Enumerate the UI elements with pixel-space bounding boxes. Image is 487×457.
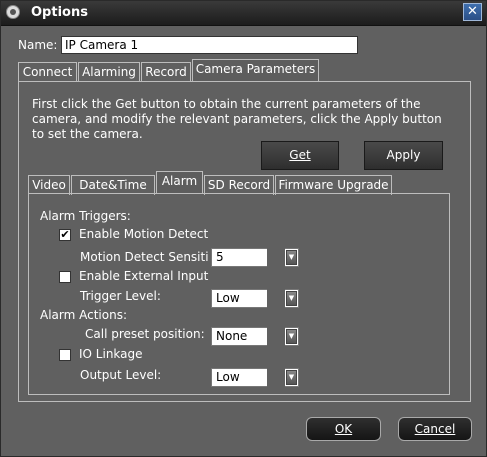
enable-external-input-label: Enable External Input xyxy=(79,269,209,283)
name-input[interactable]: IP Camera 1 xyxy=(61,36,358,54)
io-linkage-checkbox[interactable] xyxy=(59,349,71,361)
tab-record[interactable]: Record xyxy=(141,62,191,82)
combo-shadow xyxy=(267,327,285,346)
ok-button-label: OK xyxy=(334,422,353,436)
options-dialog: Options ✕ Name: IP Camera 1 Connect Alar… xyxy=(0,0,487,457)
close-icon: ✕ xyxy=(467,4,478,19)
trigger-level-value: Low xyxy=(216,291,240,305)
window-title: Options xyxy=(31,5,88,20)
camera-app-icon xyxy=(6,5,20,19)
alarm-actions-header: Alarm Actions: xyxy=(40,308,127,322)
call-preset-value: None xyxy=(216,329,248,343)
chevron-down-icon: ▼ xyxy=(286,329,297,344)
chevron-down-icon: ▼ xyxy=(286,291,297,306)
tab-camera-parameters[interactable]: Camera Parameters xyxy=(192,59,319,82)
call-preset-select[interactable]: None ▼ xyxy=(211,327,299,346)
output-level-label: Output Level: xyxy=(80,368,162,382)
alarm-triggers-header: Alarm Triggers: xyxy=(40,209,131,223)
output-level-value: Low xyxy=(216,370,240,384)
cancel-button[interactable]: Cancel xyxy=(398,417,472,441)
name-label: Name: xyxy=(18,38,58,52)
ok-button[interactable]: OK xyxy=(306,417,381,441)
enable-external-input-checkbox[interactable] xyxy=(59,271,71,283)
checkmark-icon: ✔ xyxy=(60,228,70,241)
trigger-level-label: Trigger Level: xyxy=(80,289,161,303)
call-preset-label: Call preset position: xyxy=(85,327,205,341)
output-level-select[interactable]: Low ▼ xyxy=(211,368,299,387)
motion-sensitivity-label: Motion Detect Sensitivi xyxy=(80,250,208,264)
combo-shadow xyxy=(267,368,285,387)
get-button[interactable]: Get xyxy=(261,141,339,170)
chevron-down-icon: ▼ xyxy=(286,250,297,265)
motion-sensitivity-value: 5 xyxy=(216,250,224,264)
combo-shadow xyxy=(267,248,285,267)
combo-shadow xyxy=(267,289,285,308)
tab-connect[interactable]: Connect xyxy=(18,62,77,82)
close-button[interactable]: ✕ xyxy=(463,3,482,21)
motion-sensitivity-select[interactable]: 5 ▼ xyxy=(211,248,299,267)
tab-alarming[interactable]: Alarming xyxy=(78,62,140,82)
enable-motion-detect-label: Enable Motion Detect xyxy=(79,227,209,241)
tab-alarm[interactable]: Alarm xyxy=(156,171,203,194)
tab-video[interactable]: Video xyxy=(28,175,70,195)
get-button-label: Get xyxy=(289,148,311,162)
title-bar: Options ✕ xyxy=(1,1,486,26)
io-linkage-label: IO Linkage xyxy=(79,347,143,361)
tab-firmware-upgrade[interactable]: Firmware Upgrade xyxy=(275,175,392,195)
instructions-text: First click the Get button to obtain the… xyxy=(32,97,442,141)
chevron-down-icon: ▼ xyxy=(286,370,297,385)
tab-date-time[interactable]: Date&Time xyxy=(71,175,155,195)
apply-button[interactable]: Apply xyxy=(364,141,443,170)
cancel-button-label: Cancel xyxy=(414,422,456,436)
trigger-level-select[interactable]: Low ▼ xyxy=(211,289,299,308)
tab-sd-record[interactable]: SD Record xyxy=(204,175,274,195)
enable-motion-detect-checkbox[interactable]: ✔ xyxy=(59,229,71,241)
